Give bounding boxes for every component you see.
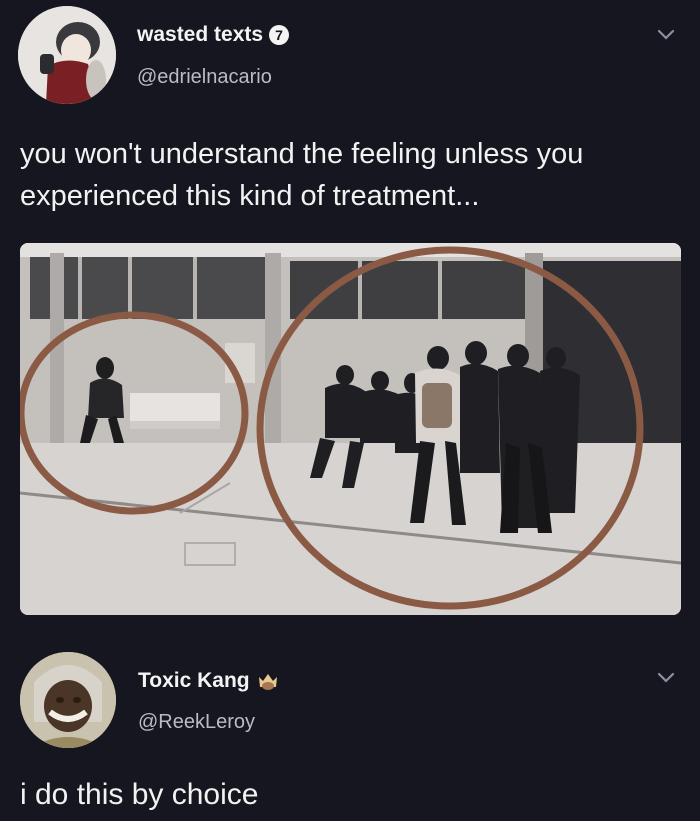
verified-badge-icon: 7: [269, 25, 290, 45]
tweet: wasted texts 7 @edrielnacario you won't …: [0, 0, 700, 640]
reply-tweet: Toxic Kang @ReekLeroy i do this by choic…: [0, 640, 700, 821]
tweet-image[interactable]: [20, 243, 681, 615]
photo-students-courtyard: [20, 243, 681, 615]
display-name-text: wasted texts: [137, 23, 264, 46]
chevron-down-icon[interactable]: [656, 27, 676, 41]
user-handle[interactable]: @ReekLeroy: [138, 711, 255, 734]
tweet-text: you won't understand the feeling unless …: [20, 138, 584, 212]
display-name[interactable]: Toxic Kang: [138, 669, 280, 693]
chevron-down-icon[interactable]: [656, 670, 676, 684]
display-name-text: Toxic Kang: [138, 669, 250, 692]
profile-avatar[interactable]: [20, 652, 116, 748]
user-handle[interactable]: @edrielnacario: [137, 66, 272, 89]
display-name[interactable]: wasted texts 7: [137, 23, 290, 47]
profile-avatar[interactable]: [18, 6, 116, 104]
anime-avatar: [18, 6, 116, 104]
person-avatar: [20, 652, 116, 748]
tweet-text: i do this by choice: [20, 778, 259, 811]
crown-emoji-icon: [258, 674, 277, 690]
